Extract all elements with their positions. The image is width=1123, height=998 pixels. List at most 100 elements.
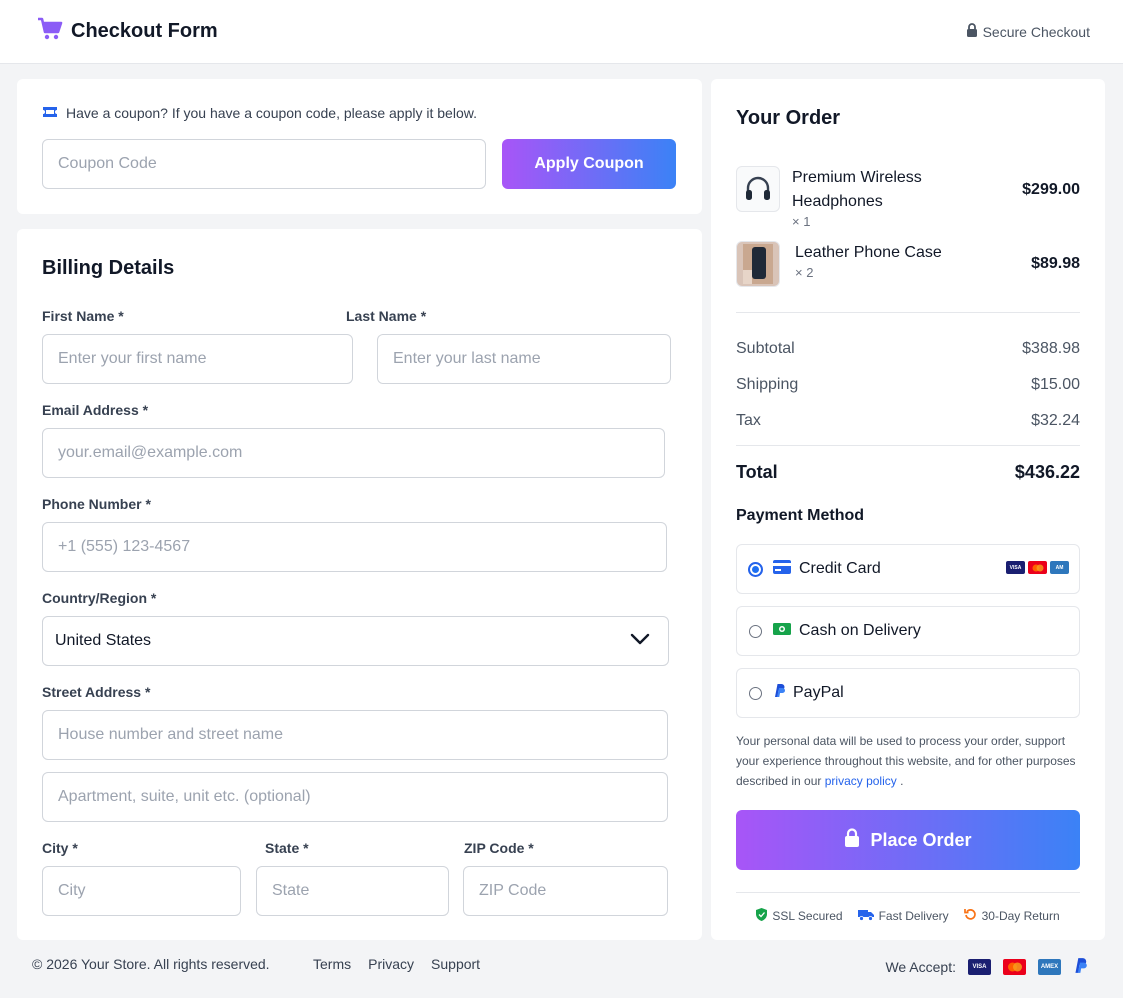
privacy-policy-link[interactable]: privacy policy <box>825 774 897 788</box>
coupon-message: Have a coupon? If you have a coupon code… <box>42 105 477 121</box>
state-label: State * <box>265 840 309 856</box>
divider <box>736 445 1080 446</box>
place-order-button[interactable]: Place Order <box>736 810 1080 870</box>
cash-radio[interactable] <box>749 624 762 638</box>
shipping-row: Shipping $15.00 <box>736 376 1080 394</box>
tax-row: Tax $32.24 <box>736 412 1080 430</box>
coupon-message-text: Have a coupon? If you have a coupon code… <box>66 105 477 121</box>
mastercard-icon <box>1028 561 1047 574</box>
total-value: $436.22 <box>1014 462 1080 482</box>
payment-option-credit-card[interactable]: Credit Card VISA AM <box>736 544 1080 594</box>
street-label: Street Address * <box>42 684 151 700</box>
cart-icon <box>37 17 63 46</box>
last-name-label: Last Name * <box>346 308 427 324</box>
subtotal-row: Subtotal $388.98 <box>736 340 1080 358</box>
subtotal-label: Subtotal <box>736 340 795 357</box>
ticket-icon <box>42 105 58 121</box>
coupon-code-input[interactable] <box>42 139 486 189</box>
secure-checkout-label: Secure Checkout <box>982 23 1090 40</box>
item-quantity: × 1 <box>792 214 811 229</box>
country-value: United States <box>55 632 152 649</box>
secure-checkout: Secure Checkout <box>966 23 1090 40</box>
amex-icon: AM <box>1050 561 1069 574</box>
order-item: Leather Phone Case × 2 <box>736 241 942 287</box>
privacy-end: . <box>900 774 904 788</box>
headphones-thumbnail <box>736 166 780 212</box>
amex-icon: AMEX <box>1038 959 1061 975</box>
payment-option-paypal[interactable]: PayPal <box>736 668 1080 718</box>
ssl-badge-label: SSL Secured <box>772 909 843 923</box>
return-icon <box>963 908 977 924</box>
item-quantity: × 2 <box>795 265 814 280</box>
return-badge-label: 30-Day Return <box>981 909 1060 923</box>
total-label: Total <box>736 462 778 482</box>
shield-icon <box>756 908 768 924</box>
paypal-icon <box>773 683 785 703</box>
apartment-input[interactable] <box>42 772 668 822</box>
cash-icon <box>773 622 791 640</box>
first-name-input[interactable] <box>42 334 353 384</box>
paypal-icon <box>1073 957 1087 977</box>
visa-icon: VISA <box>968 959 991 975</box>
credit-card-radio[interactable] <box>749 562 762 576</box>
delivery-badge-label: Fast Delivery <box>878 909 949 923</box>
city-label: City * <box>42 840 78 856</box>
footer-link-terms[interactable]: Terms <box>313 956 351 972</box>
zip-input[interactable] <box>463 866 668 916</box>
copyright: © 2026 Your Store. All rights reserved. <box>32 956 270 972</box>
paypal-label: PayPal <box>793 684 844 701</box>
first-name-label: First Name * <box>42 308 124 324</box>
item-price: $89.98 <box>1031 255 1080 272</box>
country-select[interactable]: United States <box>42 616 669 666</box>
delivery-badge: Fast Delivery <box>857 908 949 924</box>
chevron-down-icon <box>630 632 650 650</box>
last-name-input[interactable] <box>377 334 671 384</box>
item-name-line2: Headphones <box>792 193 883 210</box>
ssl-badge: SSL Secured <box>756 908 843 924</box>
page-title: Checkout Form <box>71 20 218 42</box>
privacy-notice: Your personal data will be used to proce… <box>736 731 1080 791</box>
footer-links: Terms Privacy Support <box>313 956 480 972</box>
phone-input[interactable] <box>42 522 667 572</box>
shipping-label: Shipping <box>736 376 799 393</box>
lock-icon <box>844 828 860 852</box>
coupon-card: Have a coupon? If you have a coupon code… <box>17 79 702 214</box>
cash-label: Cash on Delivery <box>799 622 921 639</box>
billing-card: Billing Details First Name * Last Name *… <box>17 229 702 940</box>
state-input[interactable] <box>256 866 449 916</box>
page-footer: © 2026 Your Store. All rights reserved. … <box>17 940 1105 995</box>
item-price: $299.00 <box>1022 181 1080 198</box>
payment-method-title: Payment Method <box>736 507 865 524</box>
mastercard-icon <box>1003 959 1026 975</box>
divider <box>736 312 1080 313</box>
credit-card-icon <box>773 559 791 579</box>
divider <box>736 892 1080 893</box>
billing-title: Billing Details <box>42 257 175 279</box>
truck-icon <box>857 909 874 924</box>
phone-case-thumbnail <box>736 241 780 287</box>
we-accept-label: We Accept: <box>885 959 956 975</box>
footer-link-support[interactable]: Support <box>431 956 480 972</box>
tax-label: Tax <box>736 412 761 429</box>
visa-icon: VISA <box>1006 561 1025 574</box>
shipping-value: $15.00 <box>1031 376 1080 393</box>
city-input[interactable] <box>42 866 241 916</box>
return-badge: 30-Day Return <box>963 908 1060 924</box>
country-label: Country/Region * <box>42 590 157 606</box>
paypal-radio[interactable] <box>749 686 762 700</box>
order-title: Your Order <box>736 107 841 129</box>
trust-badges: SSL Secured Fast Delivery 30-Day Return <box>736 908 1080 924</box>
payment-option-cash[interactable]: Cash on Delivery <box>736 606 1080 656</box>
place-order-label: Place Order <box>870 829 972 850</box>
total-row: Total $436.22 <box>736 462 1080 483</box>
email-input[interactable] <box>42 428 665 478</box>
order-summary-card: Your Order Premium Wireless Headphones ×… <box>711 79 1105 940</box>
page-header: Checkout Form Secure Checkout <box>0 0 1123 64</box>
street-address-input[interactable] <box>42 710 668 760</box>
card-logos: VISA AM <box>1006 561 1069 574</box>
privacy-text: Your personal data will be used to proce… <box>736 734 1076 788</box>
apply-coupon-button[interactable]: Apply Coupon <box>502 139 676 189</box>
footer-link-privacy[interactable]: Privacy <box>368 956 414 972</box>
order-item: Premium Wireless Headphones × 1 <box>736 166 922 229</box>
accepted-payments: We Accept: VISA AMEX <box>885 957 1087 977</box>
